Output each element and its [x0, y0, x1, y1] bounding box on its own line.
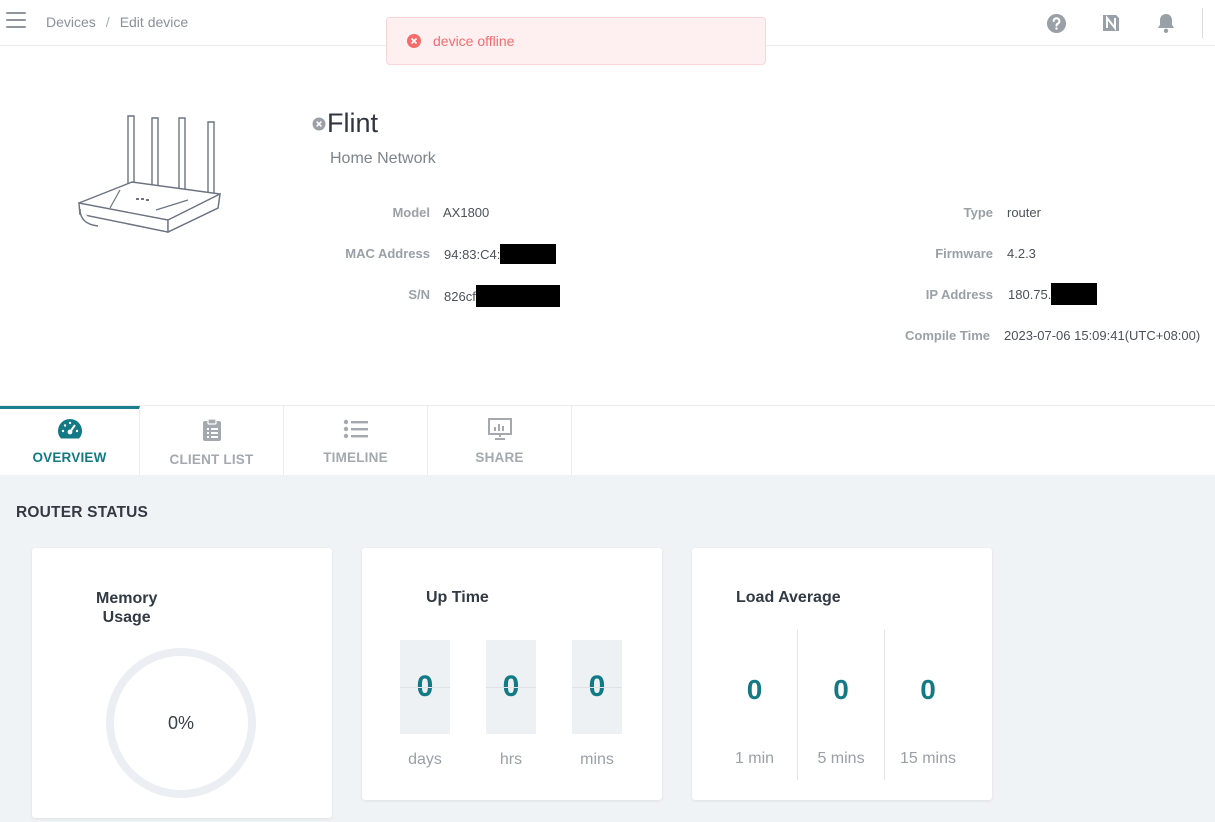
error-toast: device offline: [386, 17, 766, 65]
bell-icon[interactable]: [1155, 12, 1177, 34]
model-label: Model: [392, 205, 430, 220]
redaction-box: [475, 285, 560, 307]
device-name: Flint: [327, 108, 379, 138]
memory-title-line1: Memory: [96, 590, 158, 607]
tab-overview-label: OVERVIEW: [32, 450, 107, 465]
load-average-title: Load Average: [736, 589, 841, 606]
list-icon: [343, 419, 368, 439]
breadcrumb: Devices / Edit device: [46, 14, 188, 30]
memory-usage-value: 0%: [167, 712, 194, 733]
ip-label: IP Address: [925, 287, 993, 302]
uptime-mins-box: 0: [572, 640, 622, 734]
compile-time-label: Compile Time: [904, 328, 990, 343]
compile-time-value: 2023-07-06 15:09:41(UTC+08:00): [1004, 328, 1201, 343]
tab-share[interactable]: SHARE: [428, 406, 572, 476]
dashboard-gauge-icon: [57, 419, 82, 439]
toast-message: device offline: [433, 33, 515, 49]
load-15min-label: 15 mins: [899, 750, 957, 767]
type-label: Type: [963, 205, 993, 220]
sn-value: 826cf: [444, 288, 476, 304]
overview-content: ROUTER STATUS Memory Usage 0% Up Time 0 …: [0, 475, 1215, 822]
device-group: Home Network: [330, 150, 436, 167]
tab-share-label: SHARE: [475, 450, 524, 465]
type-value: router: [1007, 205, 1041, 220]
uptime-mins-value: 0: [588, 670, 606, 703]
load-15min-col: 0 15 mins: [884, 630, 971, 780]
memory-gauge: 0%: [106, 648, 256, 798]
mac-value-row: 94:83:C4:: [444, 244, 557, 264]
menu-icon[interactable]: [6, 12, 26, 30]
top-icons: [1045, 0, 1215, 46]
tab-client-list[interactable]: CLIENT LIST: [140, 406, 284, 476]
load-average-card: Load Average 0 1 min 0 5 mins 0 15 mins: [692, 548, 992, 800]
device-title: Flint: [312, 108, 378, 139]
load-1min-label: 1 min: [734, 750, 775, 767]
load-1min-value: 0: [746, 674, 763, 705]
uptime-hrs-value: 0: [502, 670, 520, 703]
uptime-card: Up Time 0 0 0 days hrs mins: [362, 548, 662, 800]
load-5min-col: 0 5 mins: [797, 630, 884, 780]
tab-overview[interactable]: OVERVIEW: [0, 406, 140, 476]
breadcrumb-devices-link[interactable]: Devices: [46, 14, 96, 30]
load-5min-label: 5 mins: [817, 750, 865, 767]
redaction-box: [500, 244, 557, 264]
topbar-divider: [1202, 8, 1203, 38]
uptime-title: Up Time: [426, 589, 489, 606]
notes-icon[interactable]: [1100, 12, 1122, 34]
memory-title-line2: Usage: [102, 609, 151, 626]
tab-timeline-label: TIMELINE: [323, 450, 388, 465]
ip-value: 180.75.: [1008, 286, 1052, 302]
load-15min-value: 0: [920, 674, 936, 705]
redaction-box: [1051, 283, 1098, 305]
clipboard-icon: [202, 418, 221, 441]
router-image: [78, 115, 221, 234]
mac-label: MAC Address: [345, 246, 430, 261]
mac-value: 94:83:C4:: [444, 246, 501, 262]
load-1min-col: 0 1 min: [711, 630, 798, 780]
breadcrumb-current: Edit device: [119, 14, 189, 30]
firmware-label: Firmware: [935, 246, 993, 261]
firmware-value: 4.2.3: [1007, 246, 1036, 261]
offline-status-icon: [312, 117, 326, 130]
uptime-hrs-box: 0: [486, 640, 536, 734]
uptime-mins-label: mins: [580, 751, 614, 768]
uptime-days-label: days: [408, 751, 442, 768]
uptime-hrs-label: hrs: [499, 751, 523, 768]
memory-usage-title: Memory Usage: [96, 589, 157, 627]
tab-bar: OVERVIEW CLIENT LIST TIMELINE SHARE: [0, 405, 1215, 476]
sn-value-row: 826cf: [444, 285, 560, 307]
memory-usage-card: Memory Usage 0%: [32, 548, 332, 818]
presentation-chart-icon: [487, 418, 512, 440]
ip-value-row: 180.75.: [1008, 283, 1098, 305]
tab-client-list-label: CLIENT LIST: [169, 452, 254, 467]
uptime-days-box: 0: [400, 640, 450, 734]
tab-timeline[interactable]: TIMELINE: [284, 406, 428, 476]
help-icon[interactable]: [1045, 12, 1067, 34]
model-value: AX1800: [443, 205, 490, 220]
error-circle-icon: [407, 34, 421, 48]
uptime-days-value: 0: [416, 670, 434, 703]
breadcrumb-separator: /: [105, 14, 110, 30]
router-status-title: ROUTER STATUS: [16, 504, 149, 521]
load-5min-value: 0: [833, 674, 849, 705]
sn-label: S/N: [408, 287, 430, 302]
